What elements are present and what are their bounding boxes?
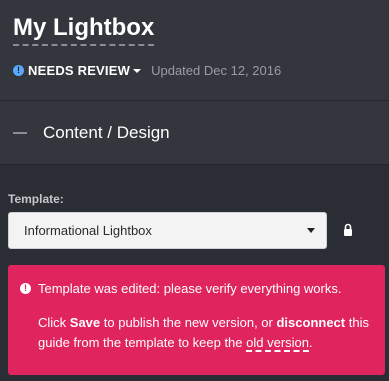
status-dropdown[interactable]: ! NEEDS REVIEW bbox=[13, 62, 142, 78]
content-design-section-toggle[interactable]: Content / Design bbox=[0, 101, 389, 165]
old-version-link[interactable]: old version bbox=[246, 335, 310, 352]
template-edited-alert: ! Template was edited: please verify eve… bbox=[8, 265, 385, 375]
status-label: NEEDS REVIEW bbox=[28, 62, 131, 78]
disconnect-link[interactable]: disconnect bbox=[276, 315, 345, 330]
template-select-value: Informational Lightbox bbox=[24, 223, 152, 238]
chevron-down-icon bbox=[133, 69, 142, 73]
lock-icon bbox=[344, 223, 352, 236]
alert-body: Click Save to publish the new version, o… bbox=[38, 313, 378, 353]
alert-icon: ! bbox=[20, 283, 31, 294]
updated-timestamp: Updated Dec 12, 2016 bbox=[151, 62, 282, 78]
alert-text-click: Click bbox=[38, 315, 70, 330]
status-row: ! NEEDS REVIEW Updated Dec 12, 2016 bbox=[13, 60, 281, 80]
chevron-down-icon bbox=[307, 228, 315, 233]
alert-text-publish: to publish the new version, or bbox=[100, 315, 277, 330]
header: My Lightbox ! NEEDS REVIEW Updated Dec 1… bbox=[0, 0, 389, 101]
section-label: Content / Design bbox=[43, 122, 170, 142]
collapse-dash-icon bbox=[13, 131, 27, 134]
template-panel: Template: Informational Lightbox ! Templ… bbox=[0, 166, 389, 381]
alert-title: Template was edited: please verify every… bbox=[38, 281, 342, 296]
template-select[interactable]: Informational Lightbox bbox=[8, 212, 327, 249]
template-label: Template: bbox=[8, 192, 64, 206]
save-link[interactable]: Save bbox=[70, 315, 100, 330]
page-title[interactable]: My Lightbox bbox=[13, 14, 155, 46]
info-icon: ! bbox=[13, 64, 24, 76]
alert-text-end: . bbox=[309, 335, 313, 350]
